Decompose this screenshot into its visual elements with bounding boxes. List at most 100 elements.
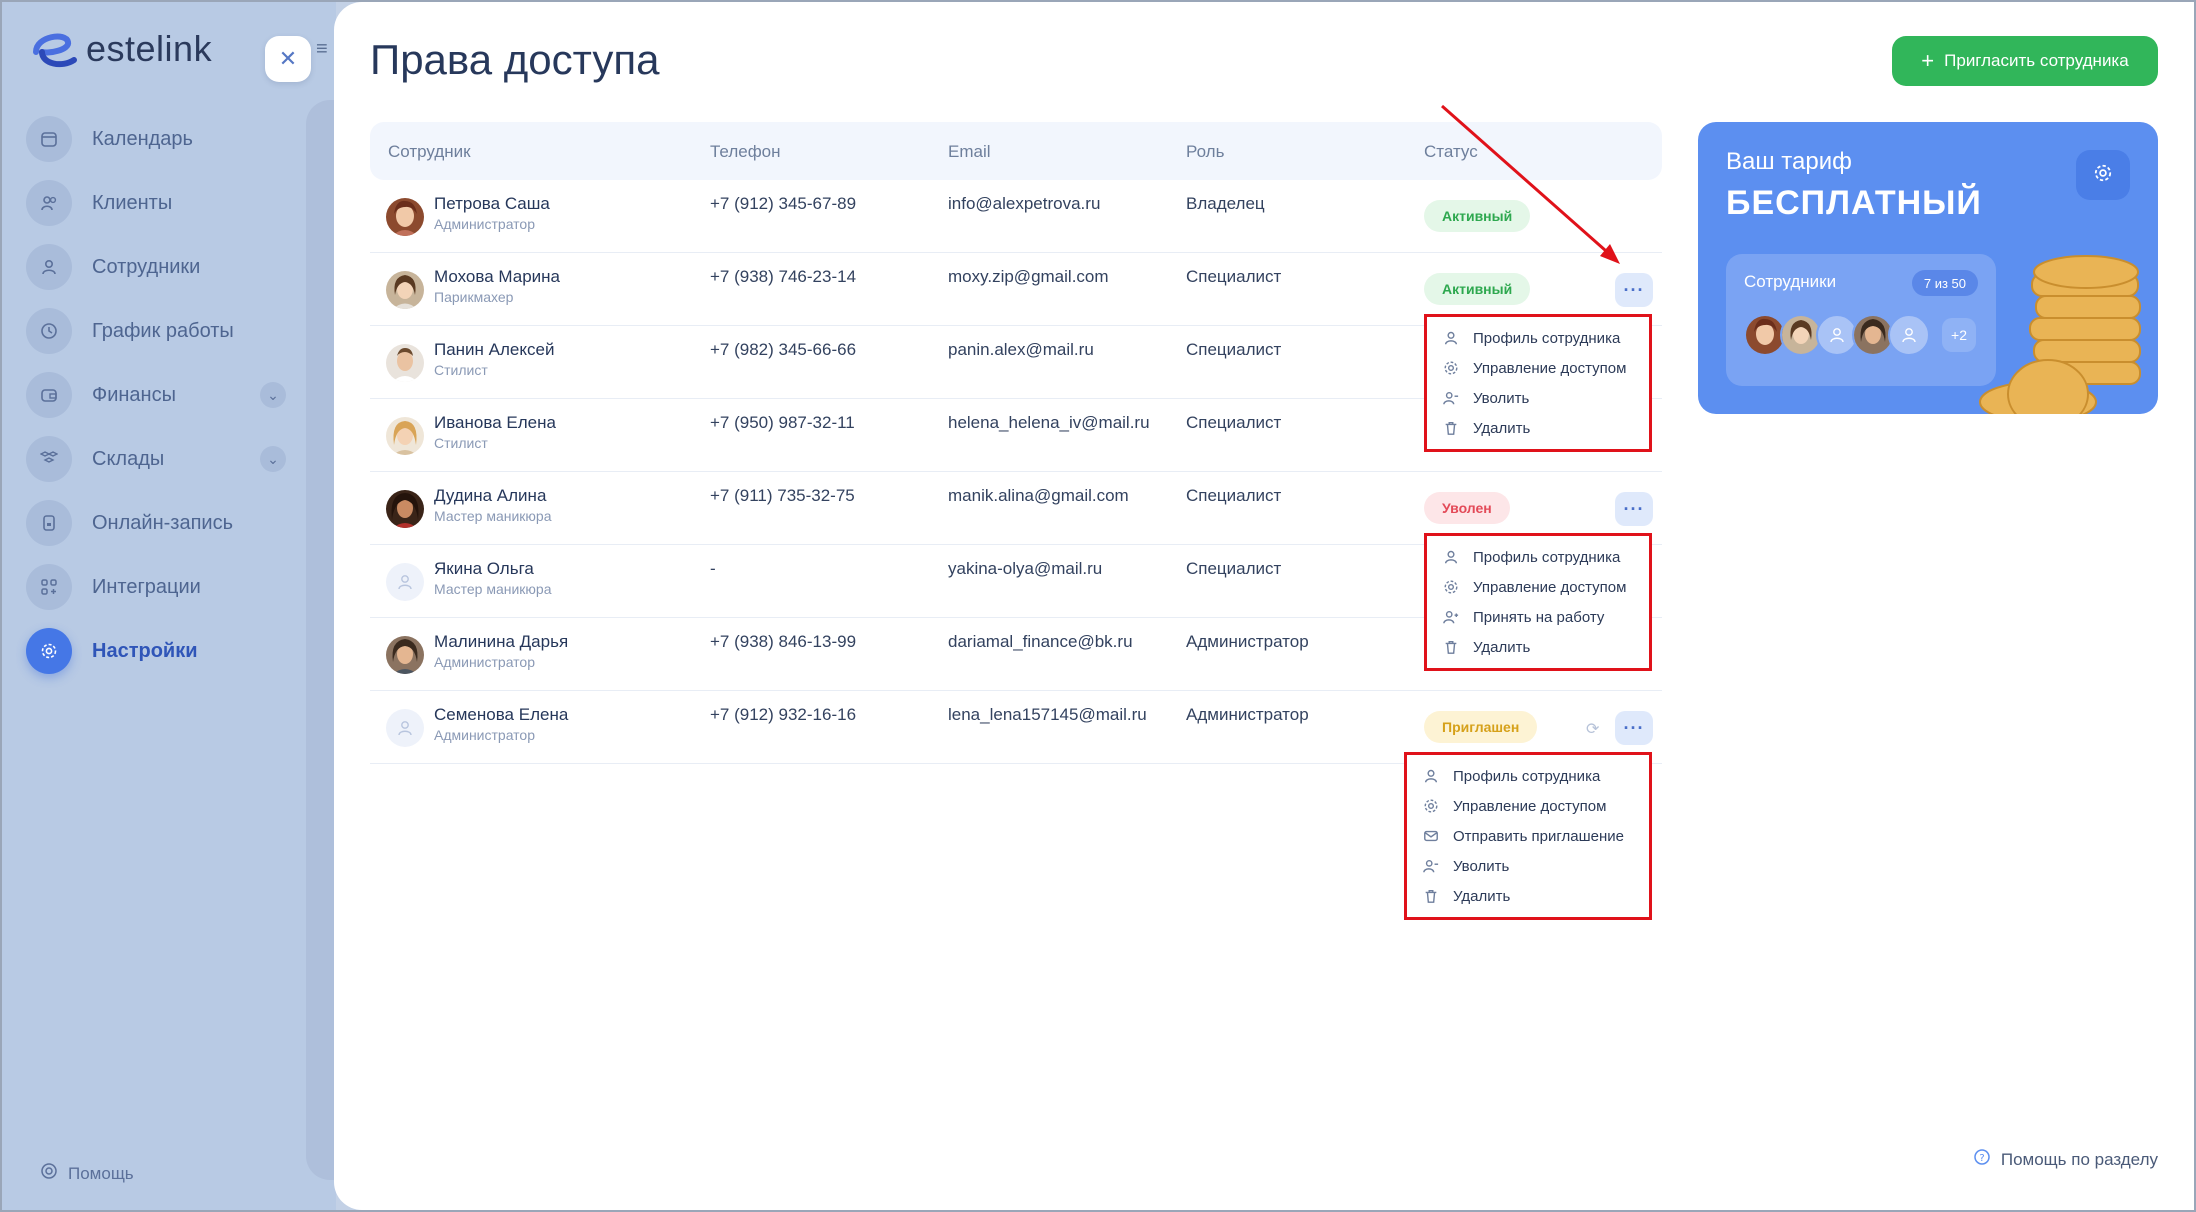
menu-item-rehire[interactable]: Принять на работу (1441, 602, 1635, 632)
menu-item-send-invite[interactable]: Отправить приглашение (1421, 821, 1635, 851)
menu-item-label: Профиль сотрудника (1453, 767, 1601, 785)
user-icon (1421, 768, 1441, 784)
menu-item-profile[interactable]: Профиль сотрудника (1421, 761, 1635, 791)
chevron-down-icon[interactable]: ⌄ (260, 382, 286, 408)
trash-icon (1441, 639, 1461, 655)
menu-item-label: Отправить приглашение (1453, 827, 1625, 845)
clock-icon (26, 308, 72, 354)
logo[interactable]: estelink (28, 26, 212, 72)
employee-position: Мастер маникюра (434, 581, 552, 597)
refresh-icon[interactable]: ⟳ (1586, 719, 1599, 739)
employees-count-badge: 7 из 50 (1911, 270, 1978, 296)
gear-icon (1441, 360, 1461, 376)
menu-item-access[interactable]: Управление доступом (1441, 572, 1635, 602)
page-title: Права доступа (370, 36, 660, 83)
menu-item-dismiss[interactable]: Уволить (1441, 383, 1635, 413)
menu-item-delete[interactable]: Удалить (1421, 881, 1635, 911)
employee-name: Петрова Саша (434, 194, 550, 213)
menu-item-label: Профиль сотрудника (1473, 329, 1621, 347)
section-help-link[interactable]: ? Помощь по разделу (1973, 1148, 2158, 1171)
avatar (386, 490, 424, 528)
employee-role: Специалист (1186, 486, 1282, 505)
sidebar-item-schedule[interactable]: График работы (26, 308, 286, 354)
sidebar-item-online-booking[interactable]: Онлайн-запись (26, 500, 286, 546)
sidebar-item-integrations[interactable]: Интеграции (26, 564, 286, 610)
gear-icon (26, 628, 72, 674)
menu-item-access[interactable]: Управление доступом (1421, 791, 1635, 821)
row-actions-button[interactable]: ··· (1615, 711, 1653, 745)
employee-name: Мохова Марина (434, 267, 560, 286)
sidebar-item-label: Сотрудники (92, 255, 201, 278)
avatar-placeholder-icon (386, 709, 424, 747)
employees-avatars: +2 (1744, 314, 1976, 356)
actions-menu-invited: Профиль сотрудника Управление доступом О… (1404, 752, 1652, 920)
employee-phone: +7 (912) 932-16-16 (710, 705, 857, 724)
employee-position: Стилист (434, 435, 488, 451)
actions-menu-active: Профиль сотрудника Управление доступом У… (1424, 314, 1652, 452)
tariff-card[interactable]: Ваш тариф БЕСПЛАТНЫЙ Сотрудники 7 из 50 (1698, 122, 2158, 414)
plus-icon: + (1921, 48, 1935, 73)
employee-position: Администратор (434, 654, 536, 670)
tariff-settings-button[interactable] (2076, 150, 2130, 200)
employee-phone: +7 (911) 735-32-75 (710, 486, 855, 505)
user-plus-icon (1441, 609, 1461, 625)
logo-mark-icon (28, 26, 80, 72)
column-header-employee: Сотрудник (388, 142, 471, 161)
sidebar-item-calendar[interactable]: Календарь (26, 116, 286, 162)
user-minus-icon (1441, 390, 1461, 406)
employee-role: Владелец (1186, 194, 1265, 213)
menu-item-access[interactable]: Управление доступом (1441, 353, 1635, 383)
tariff-label: Ваш тариф (1726, 148, 1852, 175)
sidebar-item-settings[interactable]: Настройки (26, 628, 286, 674)
menu-item-profile[interactable]: Профиль сотрудника (1441, 323, 1635, 353)
more-icon: ··· (1623, 279, 1645, 300)
employee-email: panin.alex@mail.ru (948, 340, 1094, 359)
employee-email: helena_helena_iv@mail.ru (948, 413, 1150, 432)
employee-email: moxy.zip@gmail.com (948, 267, 1109, 286)
sidebar-item-warehouses[interactable]: Склады ⌄ (26, 436, 286, 482)
sidebar-item-clients[interactable]: Клиенты (26, 180, 286, 226)
row-actions-button[interactable]: ··· (1615, 492, 1653, 526)
employee-email: yakina-olya@mail.ru (948, 559, 1103, 578)
avatar (386, 344, 424, 382)
menu-item-profile[interactable]: Профиль сотрудника (1441, 542, 1635, 572)
help-label: Помощь (68, 1163, 134, 1183)
gear-icon (2093, 163, 2113, 188)
trash-icon (1441, 420, 1461, 436)
user-icon (1441, 549, 1461, 565)
close-sidebar-button[interactable]: ✕ (265, 36, 311, 82)
lifebuoy-icon (40, 1162, 58, 1185)
avatar-placeholder-icon (1888, 314, 1930, 356)
menu-item-dismiss[interactable]: Уволить (1421, 851, 1635, 881)
trash-icon (1421, 888, 1441, 904)
avatar (386, 198, 424, 236)
row-actions-button[interactable]: ··· (1615, 273, 1653, 307)
employee-name: Дудина Алина (434, 486, 547, 505)
employee-role: Администратор (1186, 632, 1309, 651)
employee-email: dariamal_finance@bk.ru (948, 632, 1133, 651)
employee-phone: +7 (938) 846-13-99 (710, 632, 857, 651)
more-icon: ··· (1623, 717, 1645, 738)
wallet-icon (26, 372, 72, 418)
menu-icon[interactable]: ≡ (316, 38, 336, 78)
invite-employee-button[interactable]: + Пригласить сотрудника (1892, 36, 2158, 86)
menu-item-delete[interactable]: Удалить (1441, 413, 1635, 443)
chevron-down-icon[interactable]: ⌄ (260, 446, 286, 472)
employee-role: Администратор (1186, 705, 1309, 724)
menu-item-delete[interactable]: Удалить (1441, 632, 1635, 662)
invite-employee-label: Пригласить сотрудника (1944, 51, 2129, 70)
phone-icon (26, 500, 72, 546)
sidebar-item-finance[interactable]: Финансы ⌄ (26, 372, 286, 418)
column-header-role: Роль (1186, 142, 1225, 161)
help-link[interactable]: Помощь (40, 1162, 134, 1185)
status-badge: Приглашен (1424, 711, 1538, 743)
sidebar-item-label: Онлайн-запись (92, 511, 233, 534)
employee-phone: - (710, 559, 716, 578)
employee-email: manik.alina@gmail.com (948, 486, 1129, 505)
employee-position: Администратор (434, 727, 536, 743)
sidebar-item-employees[interactable]: Сотрудники (26, 244, 286, 290)
employee-phone: +7 (950) 987-32-11 (710, 413, 855, 432)
employees-limit-box: Сотрудники 7 из 50 +2 (1726, 254, 1996, 386)
gear-icon (1441, 579, 1461, 595)
svg-text:?: ? (1979, 1153, 1984, 1164)
